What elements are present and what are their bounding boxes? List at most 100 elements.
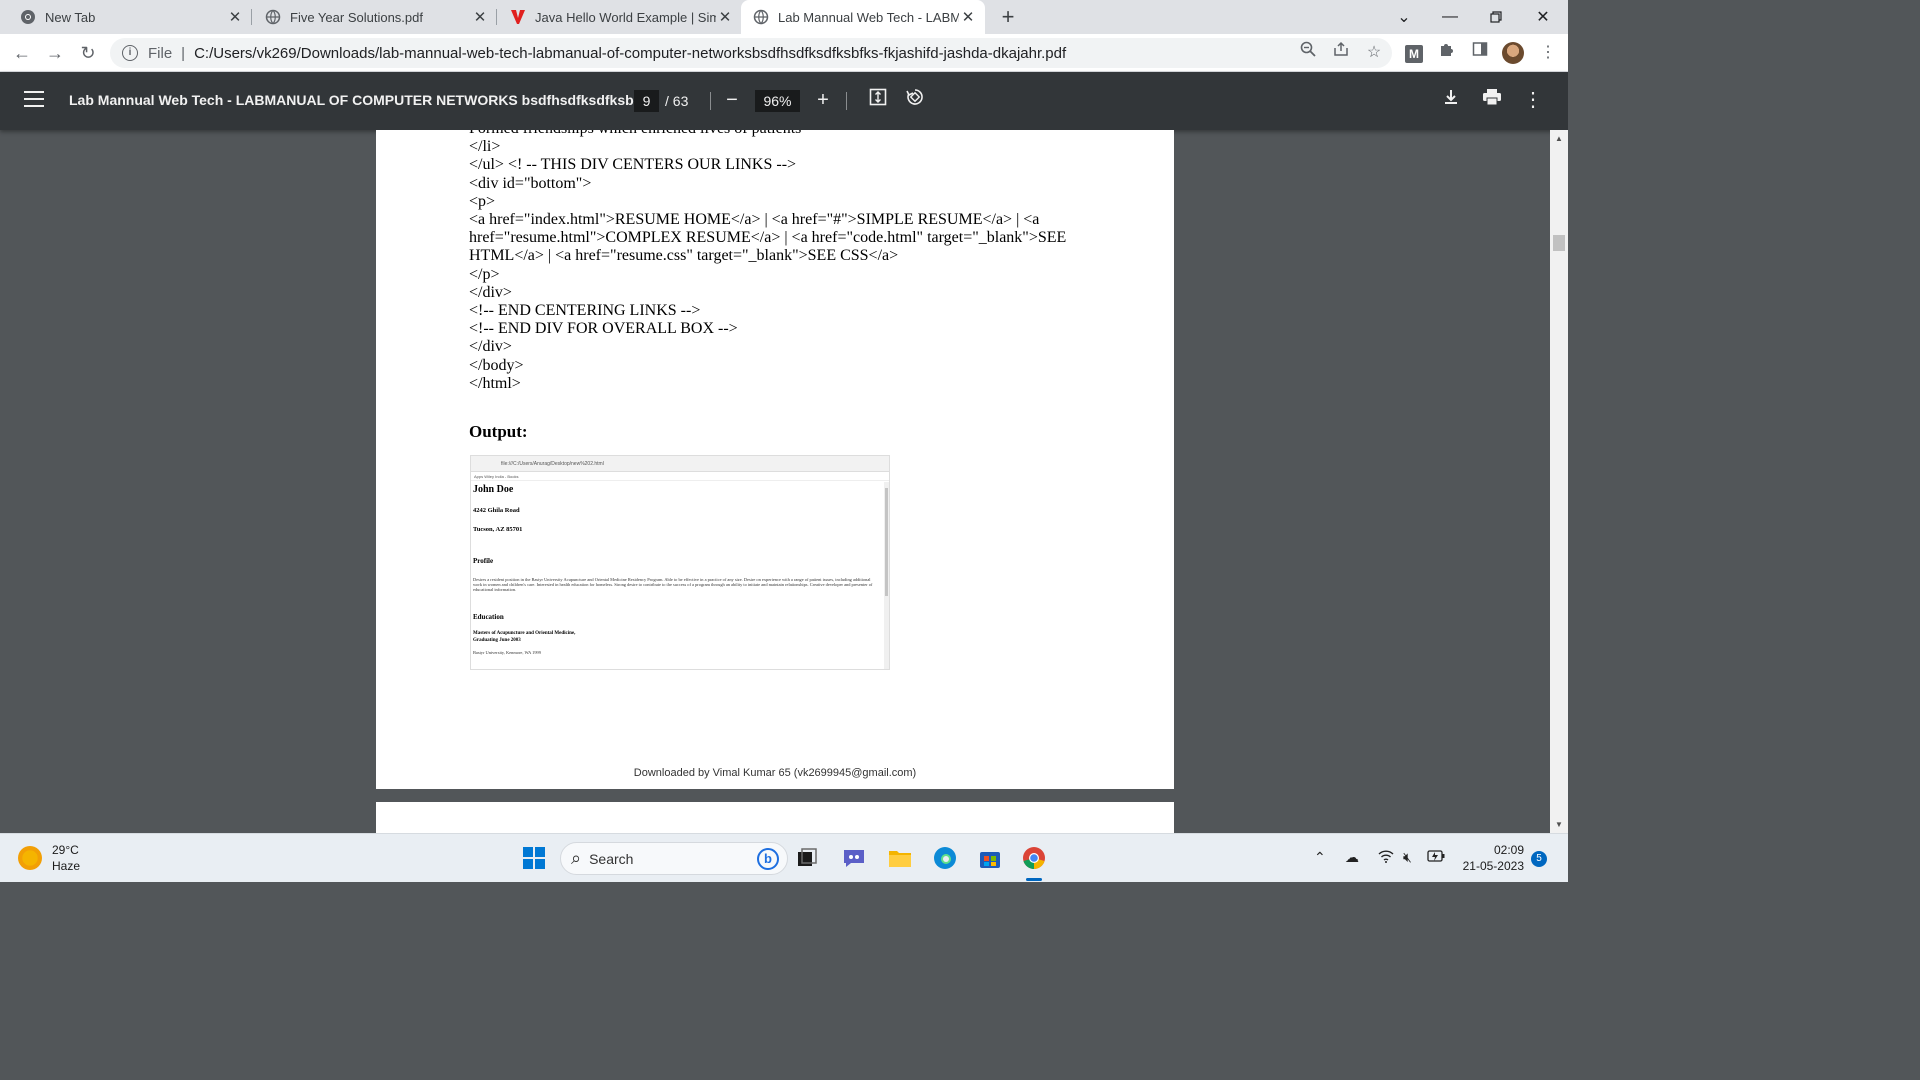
tab-strip: New Tab ✕ Five Year Solutions.pdf ✕ Java… — [0, 0, 1568, 34]
code-line: <div id="bottom"> — [469, 174, 592, 192]
page-total: / 63 — [665, 93, 689, 109]
code-line: </ul> <! -- THIS DIV CENTERS OUR LINKS -… — [469, 156, 797, 174]
print-icon[interactable] — [1479, 87, 1505, 113]
bing-icon[interactable]: b — [757, 847, 779, 870]
address-bar[interactable]: i File | C:/Users/vk269/Downloads/lab-ma… — [110, 38, 1392, 68]
rotate-icon[interactable] — [902, 87, 928, 113]
battery-icon[interactable] — [1427, 849, 1445, 865]
resume-profile-text: Desires a resident position in the Basty… — [473, 577, 873, 593]
tab-lab-mannual[interactable]: Lab Mannual Web Tech - LABMA ✕ — [741, 0, 985, 34]
toolbar-divider — [846, 92, 847, 110]
scroll-down-arrow-icon[interactable]: ▼ — [1554, 820, 1564, 829]
close-icon[interactable]: ✕ — [959, 8, 977, 26]
onedrive-cloud-icon[interactable]: ☁ — [1345, 849, 1359, 866]
tab-java-hello-world[interactable]: Java Hello World Example | Simpl ✕ — [490, 0, 742, 34]
download-icon[interactable] — [1438, 87, 1464, 113]
url-text[interactable]: C:/Users/vk269/Downloads/lab-mannual-web… — [194, 45, 1066, 62]
url-divider: | — [181, 44, 186, 62]
pdf-title: Lab Mannual Web Tech - LABMANUAL OF COMP… — [69, 92, 646, 108]
task-view-icon[interactable] — [793, 844, 821, 872]
close-icon[interactable]: ✕ — [716, 8, 734, 26]
close-icon[interactable]: ✕ — [471, 8, 489, 26]
share-icon[interactable] — [1329, 41, 1353, 65]
tab-new-tab[interactable]: New Tab ✕ — [0, 0, 252, 34]
scroll-up-arrow-icon[interactable]: ▲ — [1554, 134, 1564, 143]
minimize-button[interactable]: — — [1427, 0, 1473, 34]
output-heading: Output: — [469, 422, 528, 441]
close-window-button[interactable]: ✕ — [1520, 0, 1566, 34]
restore-button[interactable] — [1473, 0, 1519, 34]
resume-school: Bastyr University, Kenmore, WA 1999 — [473, 649, 541, 655]
resume-graduation: Graduating June 2003 — [473, 637, 521, 643]
code-line: </body> — [469, 356, 524, 374]
show-hidden-icons-chevron-icon[interactable]: ⌃ — [1314, 849, 1326, 866]
resume-address-line2: Tucson, AZ 85701 — [473, 526, 523, 533]
resume-degree: Masters of Acupuncture and Oriental Medi… — [473, 630, 576, 636]
tab-search-chevron-icon[interactable]: ⌄ — [1381, 0, 1427, 34]
start-windows-icon[interactable] — [520, 844, 548, 872]
page-number-input[interactable]: 9 — [634, 90, 659, 112]
scrollbar-thumb[interactable] — [1553, 235, 1565, 251]
weather-widget[interactable]: 29°C Haze — [52, 842, 80, 874]
resume-profile-heading: Profile — [473, 557, 494, 565]
pdf-toolbar: Lab Mannual Web Tech - LABMANUAL OF COMP… — [0, 72, 1568, 130]
code-line: </div> — [469, 338, 512, 356]
weather-sun-icon[interactable] — [18, 846, 42, 870]
code-line: </html> — [469, 374, 521, 392]
reload-button[interactable]: ↻ — [76, 41, 100, 65]
notification-badge[interactable]: 5 — [1531, 851, 1547, 867]
screenshot-bookmarks-bar: Apps Wiley India - Books — [471, 472, 889, 481]
zoom-level-input[interactable]: 96% — [755, 90, 800, 112]
resume-address-line1: 4242 Ghila Road — [473, 507, 520, 514]
chrome-icon — [20, 9, 36, 25]
code-line: Formed friendships which enriched lives … — [469, 130, 1089, 138]
vertical-scrollbar[interactable]: ▲ ▼ — [1550, 130, 1568, 833]
forward-button[interactable]: → — [43, 41, 67, 65]
wifi-icon[interactable] — [1378, 849, 1394, 866]
tab-title: Five Year Solutions.pdf — [290, 9, 423, 25]
new-tab-button[interactable]: + — [996, 5, 1020, 29]
chrome-menu-icon[interactable]: ⋮ — [1536, 41, 1560, 65]
resume-education-heading: Education — [473, 612, 504, 621]
code-line: <a href="index.html">RESUME HOME</a> | <… — [469, 211, 1071, 265]
bookmark-star-icon[interactable]: ☆ — [1362, 41, 1386, 65]
info-icon[interactable]: i — [122, 45, 138, 61]
globe-icon — [265, 9, 281, 25]
weather-condition: Haze — [52, 859, 81, 873]
tab-title: New Tab — [45, 9, 96, 25]
extensions-puzzle-icon[interactable] — [1435, 41, 1459, 65]
zoom-in-icon[interactable]: + — [810, 87, 836, 113]
code-line: </p> — [469, 265, 500, 283]
code-listing: Formed friendships which enriched lives … — [469, 130, 1089, 393]
code-line: </li> — [469, 138, 501, 156]
microsoft-store-icon[interactable] — [976, 844, 1004, 872]
taskbar-search[interactable]: ⌕ Search b — [560, 842, 788, 875]
edge-browser-icon[interactable] — [931, 844, 959, 872]
zoom-icon[interactable] — [1296, 41, 1320, 65]
page-footer: Downloaded by Vimal Kumar 65 (vk2699945@… — [633, 767, 917, 779]
search-icon: ⌕ — [571, 848, 582, 868]
close-icon[interactable]: ✕ — [226, 8, 244, 26]
chrome-taskbar-icon[interactable] — [1020, 844, 1048, 872]
search-placeholder: Search — [589, 850, 634, 867]
screen: New Tab ✕ Five Year Solutions.pdf ✕ Java… — [0, 0, 1568, 882]
hamburger-menu-icon[interactable] — [24, 91, 44, 109]
pdf-page: Formed friendships which enriched lives … — [376, 130, 1174, 789]
code-line: <!-- END DIV FOR OVERALL BOX --> — [469, 320, 738, 338]
tab-five-year-solutions[interactable]: Five Year Solutions.pdf ✕ — [245, 0, 497, 34]
zoom-out-icon[interactable]: − — [719, 87, 745, 113]
globe-icon — [753, 9, 769, 25]
teams-chat-icon[interactable] — [840, 844, 868, 872]
back-button[interactable]: ← — [10, 41, 34, 65]
system-clock[interactable]: 02:09 21-05-2023 — [1458, 842, 1524, 874]
resume-name: John Doe — [473, 484, 514, 495]
volume-muted-icon[interactable]: 🔇︎ — [1403, 849, 1412, 866]
fit-page-icon[interactable] — [865, 87, 891, 113]
browser-toolbar: ← → ↻ i File | C:/Users/vk269/Downloads/… — [0, 34, 1568, 72]
tab-title: Lab Mannual Web Tech - LABMA — [778, 9, 959, 25]
extension-m-icon[interactable]: M — [1405, 45, 1423, 63]
profile-avatar[interactable] — [1502, 42, 1524, 64]
side-panel-icon[interactable] — [1468, 41, 1492, 65]
more-actions-icon[interactable]: ⋮ — [1520, 87, 1546, 113]
file-explorer-icon[interactable] — [886, 844, 914, 872]
